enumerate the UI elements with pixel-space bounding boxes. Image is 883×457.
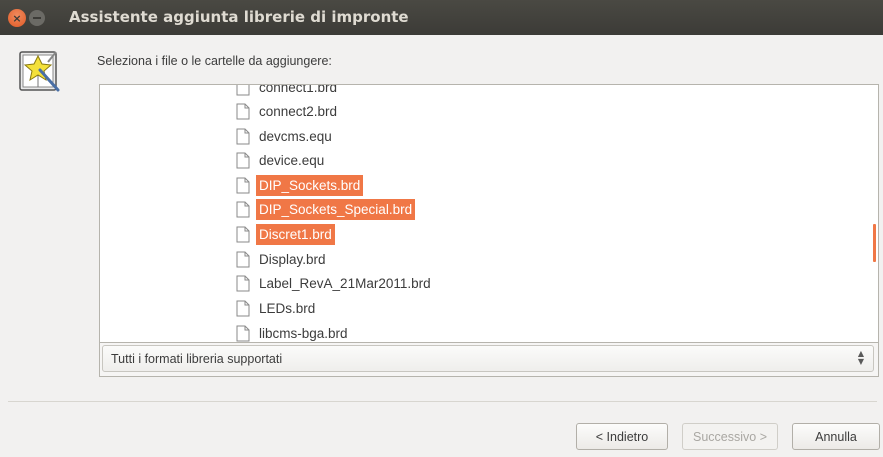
- file-name: Discret1.brd: [256, 224, 335, 245]
- up-down-arrows-icon: ▲ ▼: [857, 349, 865, 366]
- cancel-button[interactable]: Annulla: [792, 423, 880, 450]
- close-window-icon[interactable]: ×: [8, 9, 26, 27]
- file-icon: [236, 201, 250, 218]
- file-name: connect2.brd: [259, 104, 338, 119]
- file-icon: [236, 275, 250, 292]
- back-button[interactable]: < Indietro: [576, 423, 668, 450]
- file-icon: [236, 103, 250, 120]
- scrollbar-thumb[interactable]: [873, 224, 876, 262]
- list-item[interactable]: LEDs.brd: [236, 297, 318, 320]
- file-name: connect1.brd: [259, 84, 338, 95]
- file-icon: [236, 226, 250, 243]
- next-button[interactable]: Successivo >: [682, 423, 778, 450]
- window-title: Assistente aggiunta librerie di impronte: [69, 8, 409, 26]
- file-name: libcms-bga.brd: [259, 326, 348, 341]
- file-name: LEDs.brd: [259, 301, 316, 316]
- list-item[interactable]: Display.brd: [236, 248, 329, 271]
- file-icon: [236, 251, 250, 268]
- select-files-label: Seleziona i file o le cartelle da aggiun…: [97, 54, 332, 68]
- divider: [8, 401, 877, 402]
- list-item-selected[interactable]: Discret1.brd: [236, 223, 335, 246]
- file-name: devcms.equ: [259, 129, 332, 144]
- list-item-selected[interactable]: DIP_Sockets.brd: [236, 174, 364, 197]
- file-name: Display.brd: [259, 252, 326, 267]
- file-icon: [236, 128, 250, 145]
- list-item[interactable]: device.equ: [236, 149, 327, 172]
- title-bar: × Assistente aggiunta librerie di impron…: [0, 0, 883, 35]
- file-icon: [236, 152, 250, 169]
- list-item-selected[interactable]: DIP_Sockets_Special.brd: [236, 198, 416, 221]
- file-icon: [236, 325, 250, 342]
- file-name: DIP_Sockets.brd: [256, 175, 364, 196]
- wizard-window: × Assistente aggiunta librerie di impron…: [0, 0, 883, 457]
- minimize-window-icon[interactable]: [29, 10, 45, 26]
- list-item[interactable]: connect1.brd: [236, 84, 340, 99]
- file-icon: [236, 300, 250, 317]
- file-icon: [236, 177, 250, 194]
- list-item[interactable]: libcms-bga.brd: [236, 322, 351, 342]
- file-list[interactable]: connect1.brd connect2.brd devcms.equ dev…: [99, 84, 879, 343]
- list-item[interactable]: devcms.equ: [236, 125, 335, 148]
- file-name: DIP_Sockets_Special.brd: [256, 199, 416, 220]
- list-item[interactable]: connect2.brd: [236, 100, 340, 123]
- filter-selected-value: Tutti i formati libreria supportati: [111, 351, 283, 366]
- file-name: device.equ: [259, 153, 325, 168]
- file-name: Label_RevA_21Mar2011.brd: [259, 276, 431, 291]
- file-icon: [236, 85, 250, 96]
- list-item[interactable]: Label_RevA_21Mar2011.brd: [236, 272, 434, 295]
- wizard-book-icon: [19, 51, 60, 92]
- file-type-filter-select[interactable]: Tutti i formati libreria supportati ▲ ▼: [102, 345, 874, 372]
